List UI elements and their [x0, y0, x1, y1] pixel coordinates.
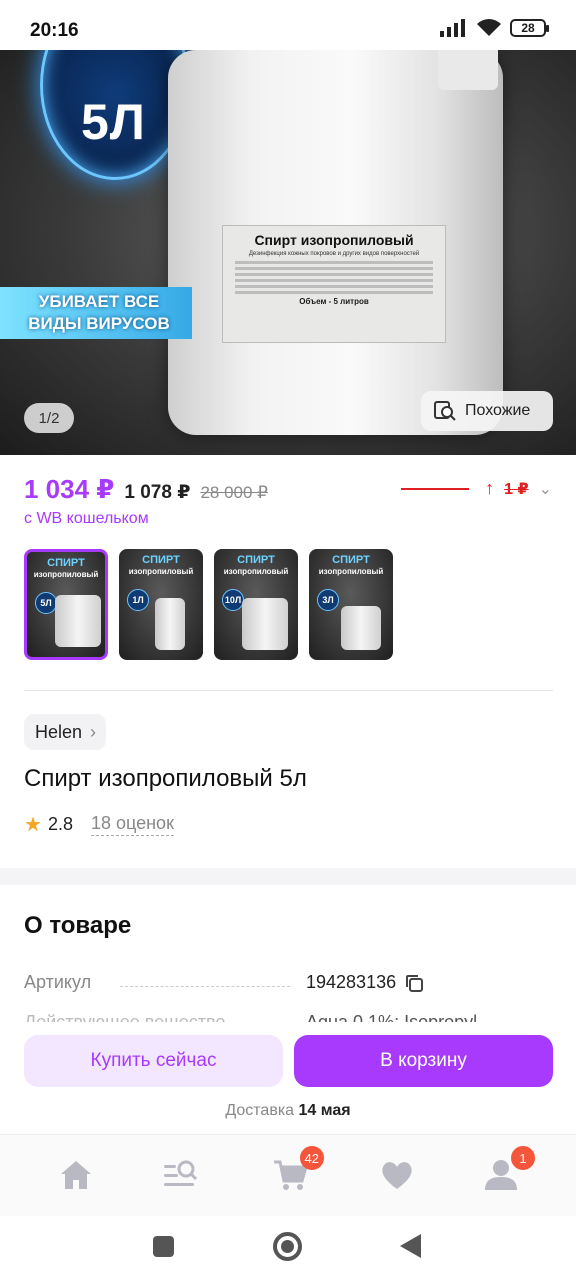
- about-heading: О товаре: [24, 912, 132, 939]
- price-change[interactable]: ↑ 1 ₽ ⌄: [401, 478, 552, 499]
- rating-value: 2.8: [47, 814, 73, 834]
- section-gap: [0, 868, 576, 885]
- status-time: 20:16: [30, 20, 79, 41]
- image-pager: 1/2: [24, 403, 74, 433]
- back-button[interactable]: [400, 1234, 421, 1258]
- thumbnail-list: СПИРТ изопропиловый 5Л СПИРТ изопропиловый…: [24, 549, 393, 660]
- wifi-icon: [477, 19, 501, 36]
- recents-button[interactable]: [153, 1236, 174, 1257]
- spec-value: 194283136: [306, 972, 397, 992]
- tab-favorites[interactable]: [377, 1155, 417, 1195]
- rating-row[interactable]: ★ 2.8 18 оценок: [24, 812, 174, 837]
- chevron-down-icon: ⌄: [538, 480, 552, 498]
- battery-icon: 28: [510, 19, 549, 37]
- price-old: 28 000 ₽: [200, 483, 268, 502]
- signal-icon: [440, 19, 465, 37]
- tab-catalog[interactable]: [160, 1155, 200, 1195]
- tab-cart[interactable]: 42: [270, 1146, 324, 1195]
- price-trend-line: [401, 487, 470, 490]
- copy-icon[interactable]: [404, 973, 424, 993]
- tab-home[interactable]: [56, 1155, 96, 1195]
- reviews-link[interactable]: 18 оценок: [90, 813, 174, 836]
- brand-chip[interactable]: Helen ›: [24, 714, 107, 750]
- home-button[interactable]: [273, 1232, 302, 1261]
- home-icon: [61, 1161, 91, 1189]
- product-image-gallery[interactable]: 5Л УБИВАЕТ ВСЕ ВИДЫ ВИРУСОВ Спирт изопро…: [0, 50, 576, 455]
- catalog-search-icon: [164, 1160, 198, 1186]
- spec-leader: [120, 986, 290, 987]
- price-change-value: 1 ₽: [504, 480, 529, 498]
- divider: [24, 690, 553, 691]
- thumbnail-3l[interactable]: СПИРТ изопропиловый 3Л: [309, 549, 393, 660]
- action-bar: Купить сейчас В корзину Доставка 14 мая: [0, 1022, 576, 1134]
- cart-badge: 42: [299, 1146, 324, 1170]
- wallet-note: с WB кошельком: [24, 510, 149, 527]
- bottom-tabbar: 42 1: [0, 1134, 576, 1216]
- chevron-right-icon: ›: [90, 721, 97, 742]
- similar-search-icon: [434, 401, 456, 421]
- product-label: Спирт изопропиловый Дезинфекция кожных п…: [222, 225, 446, 343]
- thumbnail-1l[interactable]: СПИРТ изопропиловый 1Л: [119, 549, 203, 660]
- price-row: 1 034 ₽ 1 078 ₽ 28 000 ₽: [24, 474, 268, 505]
- promo-banner: УБИВАЕТ ВСЕ ВИДЫ ВИРУСОВ: [0, 287, 192, 339]
- heart-icon: [382, 1162, 412, 1189]
- profile-badge: 1: [511, 1146, 535, 1170]
- system-nav-bar: [0, 1216, 576, 1280]
- star-icon: ★: [24, 814, 42, 836]
- status-bar: 20:16 28: [0, 0, 576, 50]
- price-without-wallet: 1 078 ₽: [124, 482, 191, 503]
- product-title: Спирт изопропиловый 5л: [24, 765, 307, 792]
- brand-name: Helen: [35, 721, 83, 742]
- tab-profile[interactable]: 1: [481, 1146, 535, 1195]
- add-to-cart-button[interactable]: В корзину: [294, 1035, 553, 1087]
- spec-key: Артикул: [24, 972, 92, 992]
- delivery-info: Доставка 14 мая: [225, 1102, 351, 1119]
- buy-now-button[interactable]: Купить сейчас: [24, 1035, 283, 1087]
- similar-label: Похожие: [465, 402, 531, 419]
- price-current: 1 034 ₽: [24, 474, 115, 504]
- thumbnail-10l[interactable]: СПИРТ изопропиловый 10Л: [214, 549, 298, 660]
- arrow-up-icon: ↑: [485, 478, 495, 498]
- similar-button[interactable]: Похожие: [421, 391, 553, 431]
- thumbnail-5l[interactable]: СПИРТ изопропиловый 5Л: [24, 549, 108, 660]
